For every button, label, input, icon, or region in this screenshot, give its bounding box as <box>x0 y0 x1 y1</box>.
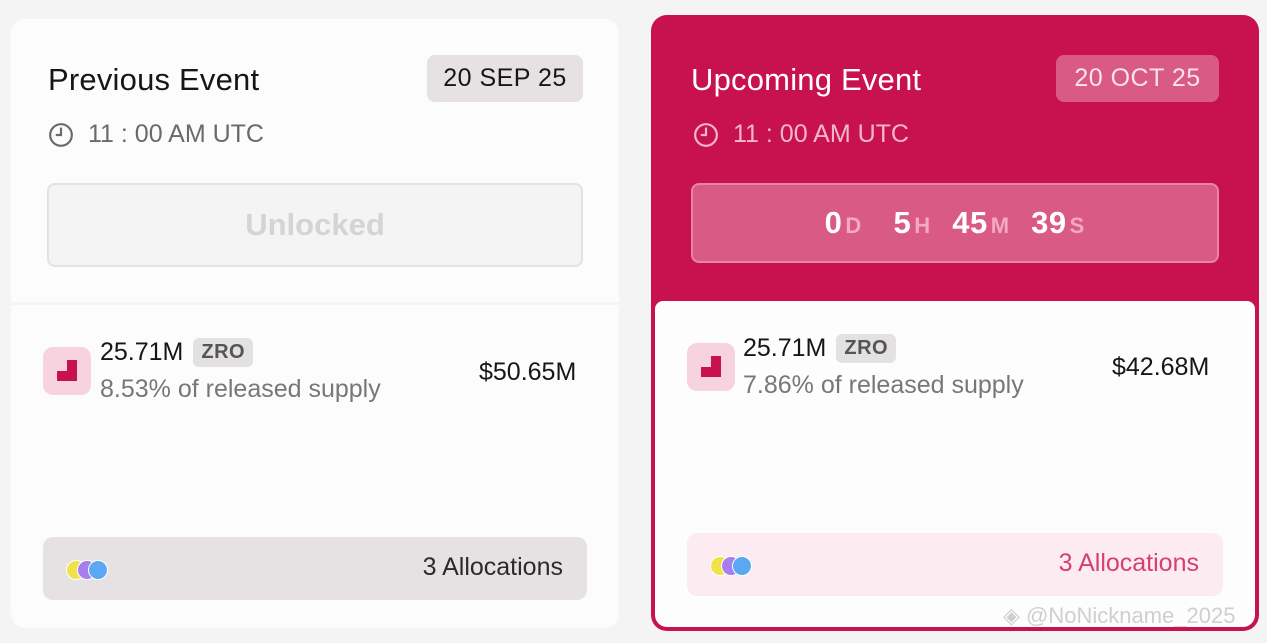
previous-token-supply: 8.53% of released supply <box>100 375 381 403</box>
countdown-values: 0D 5H 45 M 39 S <box>825 205 1086 241</box>
previous-token-usd-value: $50.65M <box>479 358 577 386</box>
previous-event-time: 11 : 00 AM UTC <box>48 120 264 149</box>
upcoming-event-date-badge: 20 OCT 25 <box>1056 55 1219 102</box>
allocation-dots-icon <box>66 560 126 580</box>
countdown-seconds: 39 <box>1031 205 1067 240</box>
previous-token-amount-value: 25.71M <box>100 338 184 366</box>
previous-allocations-label: 3 Allocations <box>422 553 563 581</box>
upcoming-token-supply: 7.86% of released supply <box>743 371 1024 399</box>
unlocked-status-box: Unlocked <box>47 183 583 267</box>
upcoming-allocations-button[interactable]: 3 Allocations <box>687 533 1223 596</box>
watermark-label: @NoNickname_2025 <box>1026 603 1236 628</box>
previous-token-amount: 25.71M ZRO <box>100 338 254 367</box>
countdown-timer: 0D 5H 45 M 39 S <box>691 183 1219 263</box>
countdown-seconds-unit: S <box>1069 213 1086 238</box>
watermark: ◈ @NoNickname_2025 <box>1003 603 1236 628</box>
countdown-minutes: 45 <box>952 205 988 240</box>
countdown-hours: 5 <box>893 205 912 240</box>
upcoming-token-amount-value: 25.71M <box>743 334 827 362</box>
previous-event-details-card: 25.71M ZRO 8.53% of released supply $50.… <box>11 305 619 628</box>
upcoming-token-amount: 25.71M ZRO <box>743 334 897 363</box>
upcoming-allocations-label: 3 Allocations <box>1058 549 1199 577</box>
upcoming-event-details-card: 25.71M ZRO 7.86% of released supply $42.… <box>655 301 1255 627</box>
unlocked-status-label: Unlocked <box>245 207 385 242</box>
upcoming-token-usd-value: $42.68M <box>1112 353 1210 381</box>
upcoming-event-time-label: 11 : 00 AM UTC <box>733 120 909 148</box>
countdown-hours-unit: H <box>914 213 932 238</box>
countdown-days-unit: D <box>845 213 863 238</box>
countdown-days: 0 <box>824 205 843 240</box>
upcoming-event-title: Upcoming Event <box>691 62 922 97</box>
upcoming-event-time: 11 : 00 AM UTC <box>693 120 909 149</box>
clock-icon <box>694 122 718 147</box>
previous-event-date-badge: 20 SEP 25 <box>427 55 583 102</box>
zro-token-icon <box>687 343 735 391</box>
zro-token-icon <box>43 347 91 395</box>
previous-event-header-card: Previous Event 20 SEP 25 11 : 00 AM UTC … <box>11 19 619 302</box>
previous-allocations-button[interactable]: 3 Allocations <box>43 537 587 600</box>
allocation-dots-icon <box>710 556 770 576</box>
previous-event-time-label: 11 : 00 AM UTC <box>88 120 264 148</box>
upcoming-token-symbol-badge: ZRO <box>836 334 897 363</box>
clock-icon <box>49 122 73 147</box>
previous-event-title: Previous Event <box>48 62 260 97</box>
upcoming-event-card: Upcoming Event 20 OCT 25 11 : 00 AM UTC … <box>651 15 1259 631</box>
countdown-minutes-unit: M <box>990 213 1011 238</box>
previous-token-symbol-badge: ZRO <box>193 338 254 367</box>
